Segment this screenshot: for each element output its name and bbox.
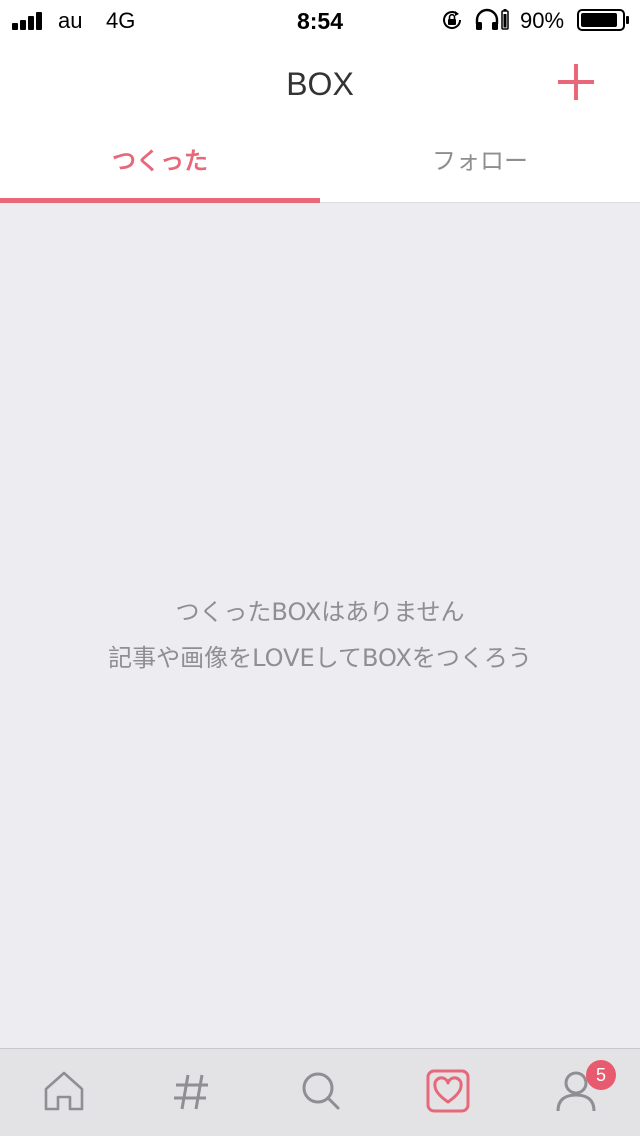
battery-percent: 90% xyxy=(520,8,565,33)
empty-state: つくったBOXはありません 記事や画像をLOVEしてBOXをつくろう xyxy=(0,589,640,681)
add-box-button[interactable] xyxy=(552,58,600,106)
tabbar-box[interactable] xyxy=(384,1049,512,1136)
tabbar-hashtag[interactable] xyxy=(128,1049,256,1136)
hashtag-icon xyxy=(174,1074,208,1110)
home-icon xyxy=(44,1071,84,1111)
page-title: BOX xyxy=(286,66,354,102)
heart-box-icon xyxy=(426,1069,470,1113)
rotation-lock-icon xyxy=(443,11,462,29)
plus-icon xyxy=(558,64,594,100)
bottom-tab-bar xyxy=(0,1048,640,1136)
status-bar: au 4G 8:54 90% xyxy=(0,0,640,40)
tabbar-profile[interactable] xyxy=(512,1049,640,1136)
tabbar-home[interactable] xyxy=(0,1049,128,1136)
tabbar-search[interactable] xyxy=(256,1049,384,1136)
notification-badge: 5 xyxy=(586,1060,616,1090)
headphones-icon xyxy=(475,8,499,30)
segment-tabs: つくった フォロー xyxy=(0,126,640,203)
nav-bar: BOX xyxy=(0,40,640,126)
box-list-area: つくったBOXはありません 記事や画像をLOVEしてBOXをつくろう xyxy=(0,203,640,1048)
tab-follow[interactable]: フォロー xyxy=(320,126,640,202)
empty-state-hint: 記事や画像をLOVEしてBOXをつくろう xyxy=(108,644,532,672)
tab-created[interactable]: つくった xyxy=(0,126,320,202)
headphone-battery-icon xyxy=(501,9,509,30)
search-icon xyxy=(302,1072,340,1110)
battery-icon xyxy=(577,9,629,31)
empty-state-title: つくったBOXはありません xyxy=(175,598,465,626)
box-screen: au 4G 8:54 90% BOX つくった フォロー つくったBOXはありま… xyxy=(0,0,640,1136)
